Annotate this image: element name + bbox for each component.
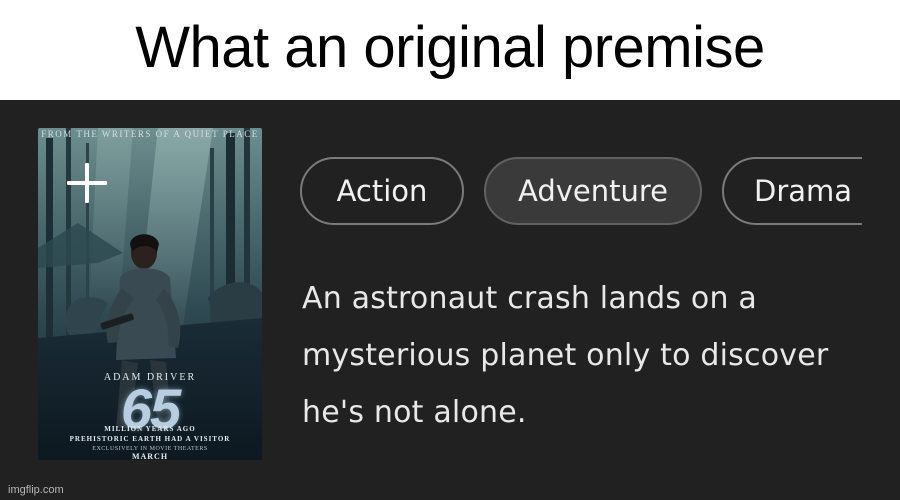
movie-description: An astronaut crash lands on a mysterious…	[302, 281, 829, 430]
poster-release-month: MARCH	[131, 452, 169, 460]
poster-tagline-line1: MILLION YEARS AGO	[104, 425, 196, 433]
poster-tagline-line2: PREHISTORIC EARTH HAD A VISITOR	[69, 435, 231, 443]
meme-caption: What an original premise	[0, 0, 900, 100]
genre-chip-drama[interactable]: Drama	[722, 157, 862, 225]
movie-details-panel: FROM THE WRITERS OF A QUIET PLACE ADAM D…	[0, 100, 900, 500]
genre-chips: Action Adventure Drama	[300, 157, 862, 229]
caption-text: What an original premise	[135, 14, 765, 80]
genre-chip-action[interactable]: Action	[300, 157, 464, 225]
genre-chip-adventure[interactable]: Adventure	[484, 157, 702, 225]
plus-icon[interactable]	[64, 160, 110, 206]
site-watermark: imgflip.com	[8, 484, 64, 496]
movie-poster[interactable]: FROM THE WRITERS OF A QUIET PLACE ADAM D…	[38, 128, 262, 460]
poster-tagline: FROM THE WRITERS OF A QUIET PLACE	[41, 129, 259, 139]
